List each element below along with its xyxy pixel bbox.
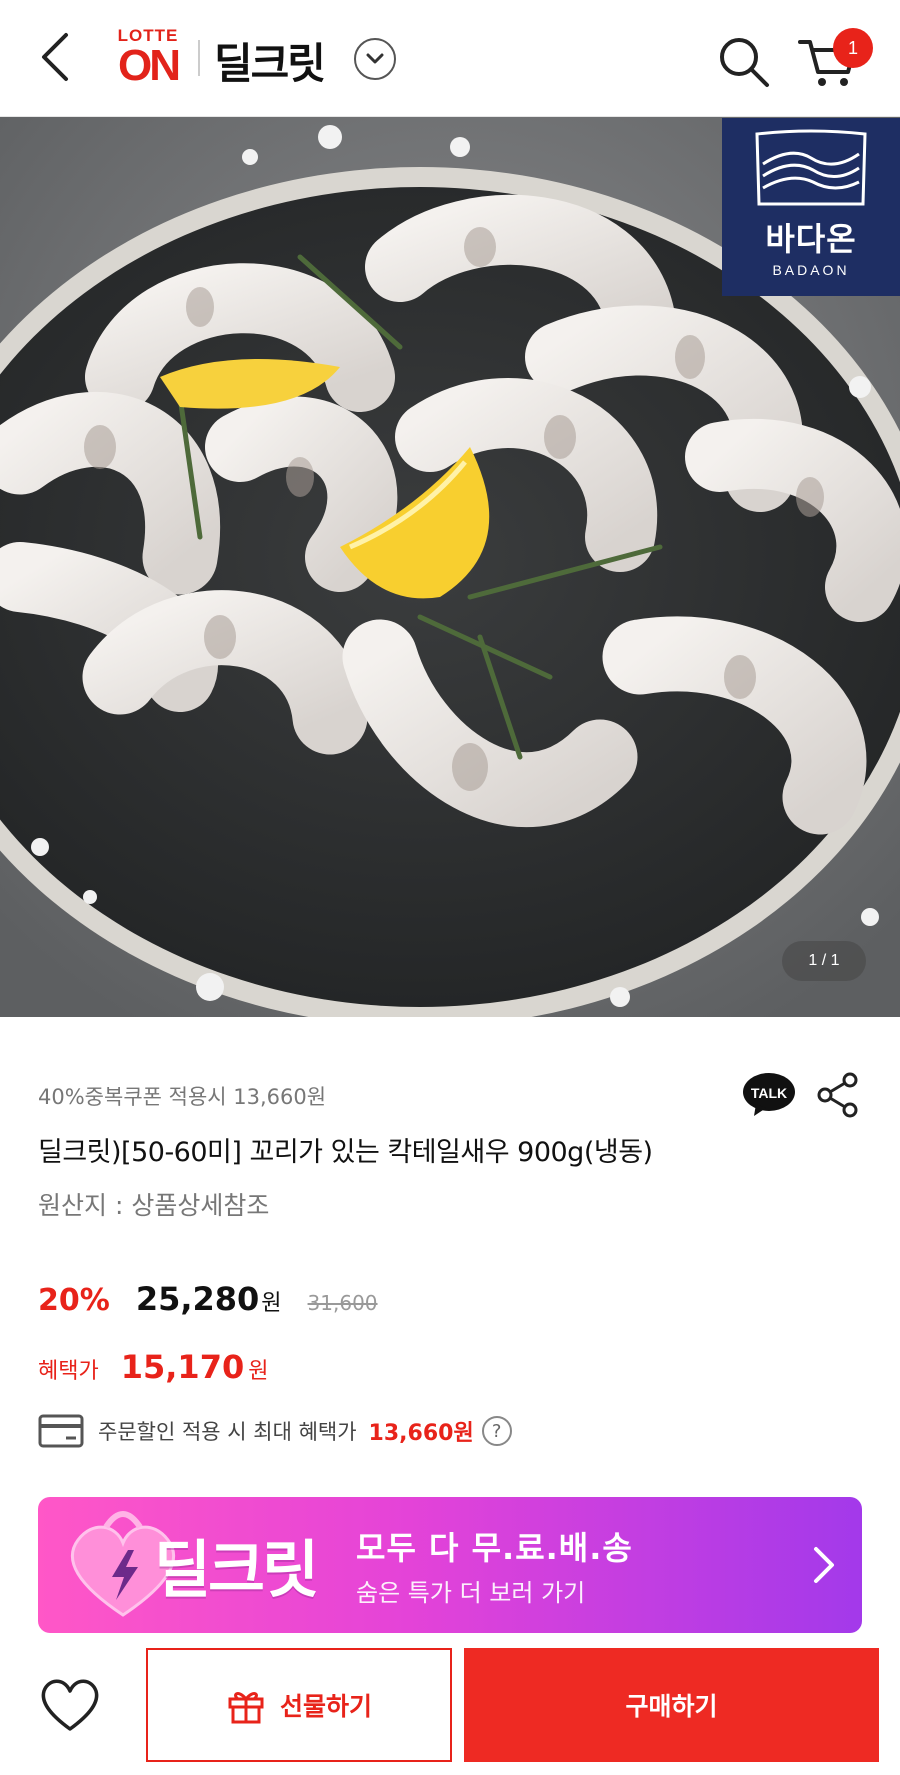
share-icon	[817, 1072, 858, 1118]
product-origin: 원산지 : 상품상세참조	[38, 1191, 270, 1220]
promo-subtitle: 숨은 특가 더 보러 가기	[356, 1579, 586, 1607]
image-counter: 1 / 1	[782, 941, 866, 981]
gift-button-label: 선물하기	[279, 1692, 372, 1721]
buy-button[interactable]: 구매하기	[464, 1648, 879, 1762]
promo-brand: 딜크릿	[154, 1533, 319, 1606]
brand-dropdown-button[interactable]	[354, 38, 396, 80]
back-button[interactable]	[30, 22, 80, 92]
heart-icon	[41, 1679, 99, 1731]
wave-logo-icon	[755, 129, 867, 206]
gift-icon	[228, 1692, 264, 1724]
gift-button[interactable]: 선물하기	[146, 1648, 452, 1762]
seller-name-en: BADAON	[772, 262, 850, 278]
talk-label: TALK	[751, 1085, 787, 1101]
sale-price: 25,280원	[136, 1280, 282, 1318]
talk-bubble-icon: TALK	[743, 1073, 795, 1116]
benefit-label: 혜택가	[38, 1359, 99, 1384]
seller-name-kr: 바다온	[765, 220, 857, 258]
buy-button-label: 구매하기	[625, 1692, 718, 1721]
card-icon	[38, 1414, 84, 1448]
sale-price-unit: 원	[261, 1291, 282, 1316]
lotte-on-logo[interactable]: LOTTE ON	[110, 26, 186, 90]
seller-badge[interactable]: 바다온 BADAON	[722, 118, 900, 296]
discount-rate: 20%	[38, 1283, 110, 1318]
brand-title[interactable]: 딜크릿	[214, 30, 326, 91]
price-row: 20% 25,280원 31,600	[38, 1280, 378, 1318]
kakao-talk-button[interactable]: TALK	[742, 1072, 796, 1116]
chevron-down-icon	[366, 53, 384, 64]
logo-on-text: ON	[118, 41, 181, 90]
share-button[interactable]	[816, 1072, 860, 1118]
product-title: 딜크릿)[50-60미] 꼬리가 있는 칵테일새우 900g(냉동)	[38, 1137, 653, 1168]
cart-count-badge: 1	[833, 28, 873, 68]
chevron-right-icon	[814, 1547, 834, 1583]
max-benefit-row: 주문할인 적용 시 최대 혜택가 13,660원 ?	[38, 1414, 512, 1448]
promo-banner[interactable]: 딜크릿 모두 다 무.료.배.송 숨은 특가 더 보러 가기	[38, 1497, 862, 1633]
sale-price-value: 25,280	[135, 1280, 260, 1318]
help-icon[interactable]: ?	[481, 1416, 512, 1446]
benefit-price-unit: 원	[248, 1359, 269, 1384]
coupon-note: 40%중복쿠폰 적용시 13,660원	[38, 1085, 327, 1109]
benefit-price-value: 15,170	[120, 1348, 245, 1386]
promo-title: 모두 다 무.료.배.송	[356, 1529, 633, 1567]
search-button[interactable]	[716, 34, 772, 90]
top-header: LOTTE ON 딜크릿 1	[0, 0, 900, 117]
benefit-price-row: 혜택가 15,170 원	[38, 1348, 268, 1386]
search-icon	[720, 38, 769, 87]
max-benefit-text: 주문할인 적용 시 최대 혜택가	[98, 1420, 357, 1444]
max-benefit-amount: 13,660원	[368, 1421, 474, 1446]
wishlist-button[interactable]	[30, 1668, 110, 1740]
original-price: 31,600	[307, 1291, 378, 1315]
header-divider	[198, 40, 200, 76]
benefit-price: 15,170 원	[121, 1348, 269, 1386]
chevron-left-icon	[42, 33, 68, 81]
